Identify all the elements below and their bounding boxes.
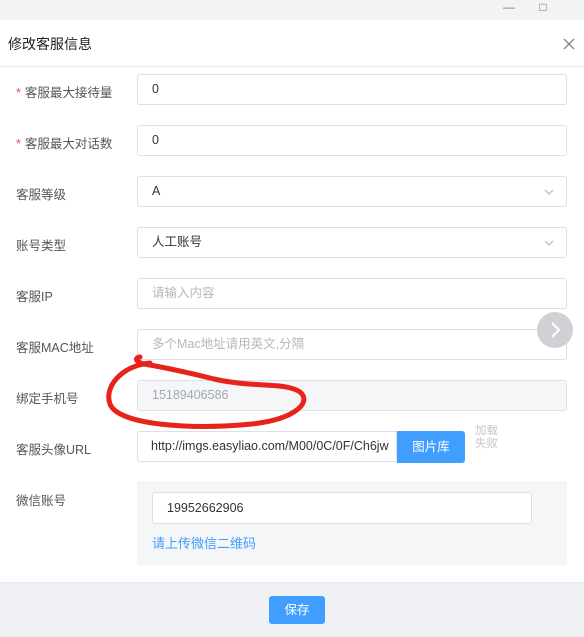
red-annotation-scribble [106, 354, 307, 429]
save-button[interactable]: 保存 [269, 596, 325, 624]
